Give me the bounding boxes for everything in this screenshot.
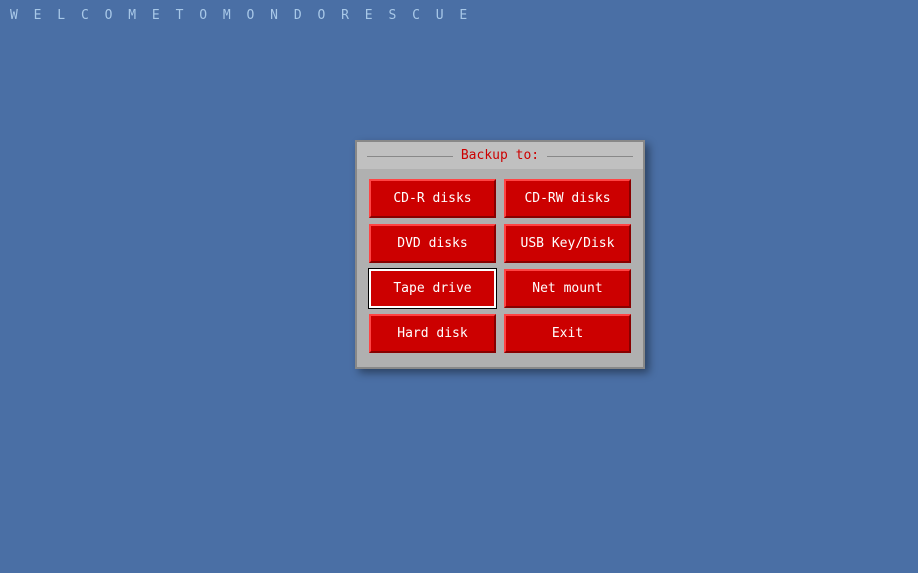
usb-button[interactable]: USB Key/Disk: [504, 224, 631, 263]
button-row-1: CD-R disks CD-RW disks: [369, 179, 631, 218]
exit-button[interactable]: Exit: [504, 314, 631, 353]
dialog-title: Backup to:: [453, 148, 547, 163]
welcome-text: W E L C O M E T O M O N D O R E S C U E: [10, 8, 471, 23]
dialog-body: CD-R disks CD-RW disks DVD disks USB Key…: [357, 169, 643, 367]
tape-button[interactable]: Tape drive: [369, 269, 496, 308]
hard-button[interactable]: Hard disk: [369, 314, 496, 353]
cdr-button[interactable]: CD-R disks: [369, 179, 496, 218]
dvd-button[interactable]: DVD disks: [369, 224, 496, 263]
backup-dialog: Backup to: CD-R disks CD-RW disks DVD di…: [355, 140, 645, 369]
button-row-2: DVD disks USB Key/Disk: [369, 224, 631, 263]
button-row-3: Tape drive Net mount: [369, 269, 631, 308]
net-button[interactable]: Net mount: [504, 269, 631, 308]
button-row-4: Hard disk Exit: [369, 314, 631, 353]
dialog-title-bar: Backup to:: [357, 142, 643, 169]
cdrw-button[interactable]: CD-RW disks: [504, 179, 631, 218]
